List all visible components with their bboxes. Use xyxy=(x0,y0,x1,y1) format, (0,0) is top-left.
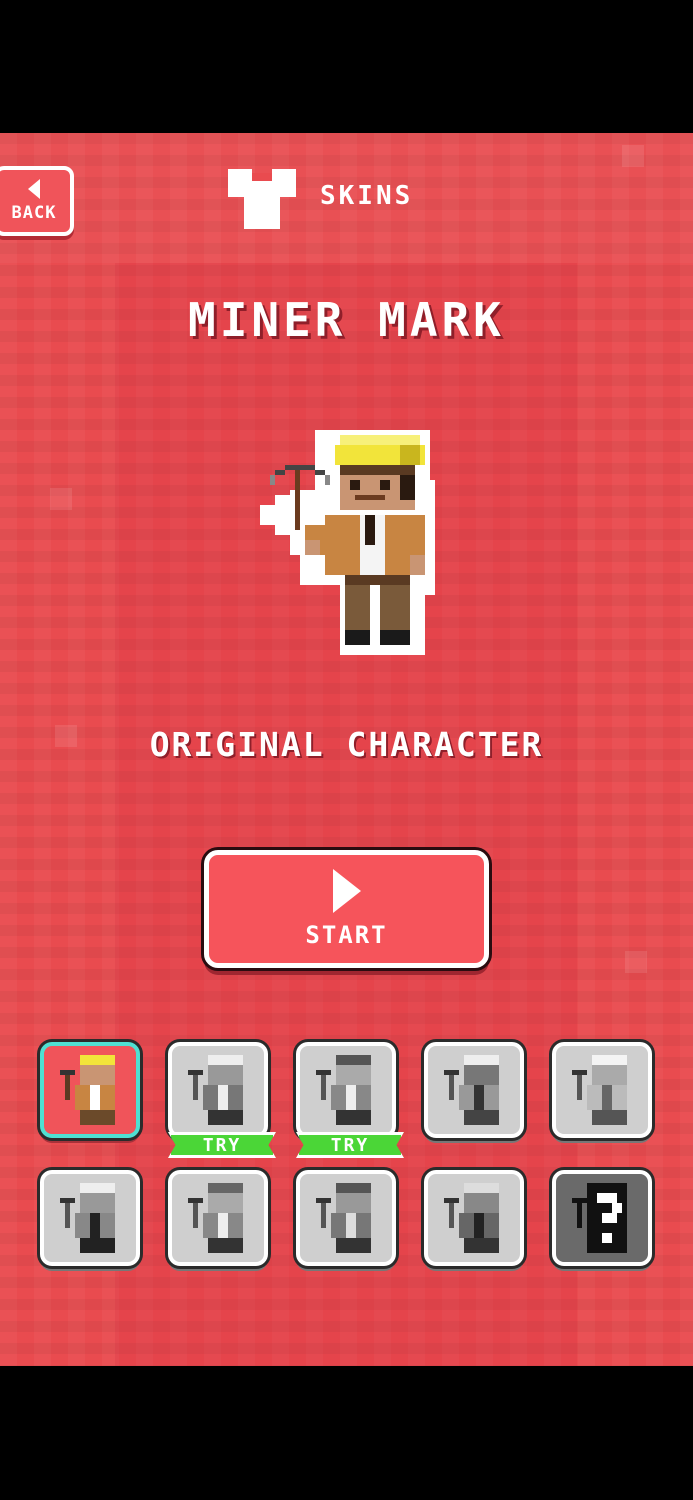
miner-character-preview xyxy=(260,430,435,655)
locked-skin-silhouette xyxy=(60,1183,115,1253)
question-mark-icon xyxy=(572,1183,627,1253)
skin-tile-mystery[interactable] xyxy=(552,1170,652,1266)
back-button[interactable]: BACK xyxy=(0,166,74,236)
locked-skin-silhouette xyxy=(316,1055,371,1125)
play-icon xyxy=(332,869,361,913)
navigation-bar-area xyxy=(0,1366,693,1500)
sparkle xyxy=(625,951,647,973)
skins-screen: BACK SKINS MINER MARK ORIGINAL CHARACTER… xyxy=(0,133,693,1366)
skin-tile-locked[interactable]: TRY xyxy=(168,1042,276,1158)
character-name: MINER MARK xyxy=(188,293,505,347)
start-button[interactable]: START xyxy=(204,850,489,968)
character-description: ORIGINAL CHARACTER xyxy=(149,725,544,764)
back-label: BACK xyxy=(11,203,57,223)
locked-skin-silhouette xyxy=(316,1183,371,1253)
try-badge: TRY xyxy=(168,1132,276,1158)
start-label: START xyxy=(305,921,388,949)
status-bar-area xyxy=(0,0,693,133)
sparkle xyxy=(50,488,72,510)
locked-skin-silhouette xyxy=(444,1183,499,1253)
pickaxe-icon xyxy=(60,1055,115,1125)
skin-tile-locked[interactable] xyxy=(552,1042,652,1138)
skin-tile-locked[interactable] xyxy=(168,1170,268,1266)
skin-tile-locked[interactable] xyxy=(424,1042,524,1138)
try-badge: TRY xyxy=(296,1132,404,1158)
skin-tile-miner-mark[interactable] xyxy=(40,1042,140,1138)
skin-tile-locked[interactable]: TRY xyxy=(296,1042,404,1158)
sparkle xyxy=(622,145,644,167)
skin-tile-locked[interactable] xyxy=(40,1170,140,1266)
skin-tile-locked[interactable] xyxy=(296,1170,396,1266)
locked-skin-silhouette xyxy=(572,1055,627,1125)
back-arrow-icon xyxy=(28,179,40,199)
skin-tile-locked[interactable] xyxy=(424,1170,524,1266)
shirt-icon xyxy=(228,169,296,229)
locked-skin-silhouette xyxy=(444,1055,499,1125)
skins-title: SKINS xyxy=(320,181,414,211)
locked-skin-silhouette xyxy=(188,1055,243,1125)
locked-skin-silhouette xyxy=(188,1183,243,1253)
